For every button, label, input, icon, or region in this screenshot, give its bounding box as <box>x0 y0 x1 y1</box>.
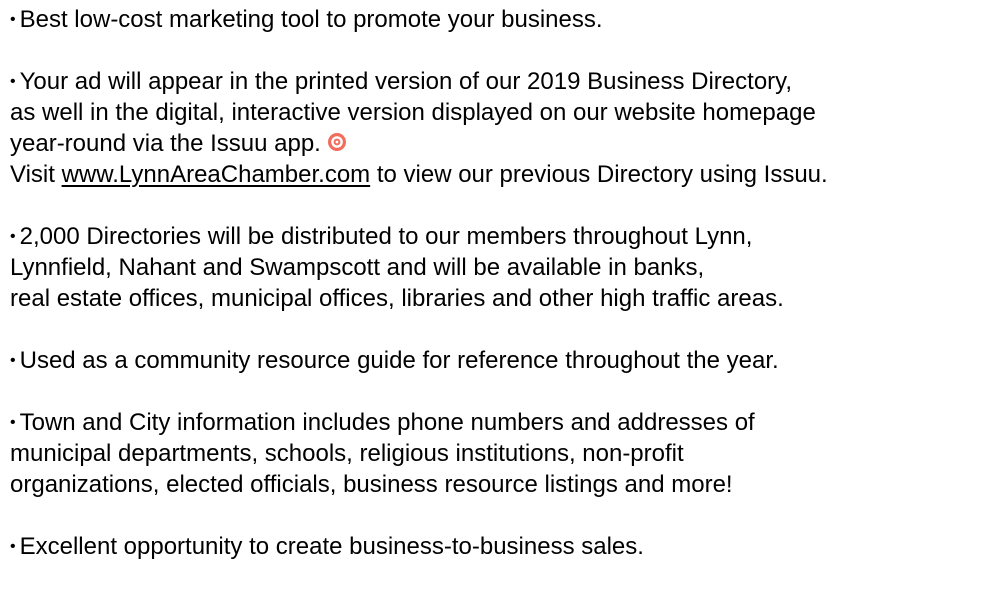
benefit-line: Lynnfield, Nahant and Swampscott and wil… <box>10 254 705 281</box>
bullet: • <box>10 73 16 90</box>
benefit-line: • Town and City information includes phon… <box>10 407 982 438</box>
benefit-text: 2,000 Directories will be distributed to… <box>19 223 753 250</box>
benefit-line: municipal departments, schools, religiou… <box>10 440 684 467</box>
benefit-low-cost: • Best low-cost marketing tool to promote… <box>10 4 982 35</box>
visit-text: Visit <box>10 161 62 188</box>
benefit-ad-placement: • Your ad will appear in the printed vers… <box>10 66 982 190</box>
visit-text-after: to view our previous Directory using Iss… <box>370 161 828 188</box>
benefit-line: as well in the digital, interactive vers… <box>10 99 816 126</box>
chamber-website-link[interactable]: www.LynnAreaChamber.com <box>62 161 371 188</box>
bullet: • <box>10 538 16 555</box>
bullet: • <box>10 11 16 28</box>
benefit-line: organizations, elected officials, busine… <box>10 471 733 498</box>
benefit-line: • 2,000 Directories will be distributed t… <box>10 221 982 252</box>
benefit-text: Town and City information includes phone… <box>19 409 755 436</box>
benefit-line: • Your ad will appear in the printed vers… <box>10 66 982 97</box>
benefit-line: Visit www.LynnAreaChamber.com to view ou… <box>10 159 982 190</box>
benefit-text: year-round via the Issuu app. <box>10 130 321 157</box>
benefit-line: • Best low-cost marketing tool to promote… <box>10 4 982 35</box>
benefit-line: • Used as a community resource guide for … <box>10 345 982 376</box>
benefit-line: real estate offices, municipal offices, … <box>10 285 784 312</box>
benefit-town-info: • Town and City information includes phon… <box>10 407 982 500</box>
directory-benefits-list: • Best low-cost marketing tool to promote… <box>10 4 982 562</box>
benefit-distribution: • 2,000 Directories will be distributed t… <box>10 221 982 314</box>
benefit-resource-guide: • Used as a community resource guide for … <box>10 345 982 376</box>
benefit-b2b-sales: • Excellent opportunity to create busines… <box>10 531 982 562</box>
issuu-icon[interactable] <box>327 132 347 152</box>
benefit-text: Used as a community resource guide for r… <box>19 347 779 374</box>
benefit-line: year-round via the Issuu app. <box>10 128 982 159</box>
bullet: • <box>10 228 16 245</box>
benefit-text: Best low-cost marketing tool to promote … <box>19 6 603 33</box>
bullet: • <box>10 414 16 431</box>
benefit-line: • Excellent opportunity to create busines… <box>10 531 982 562</box>
benefit-text: Your ad will appear in the printed versi… <box>19 68 793 95</box>
bullet: • <box>10 352 16 369</box>
benefit-text: Excellent opportunity to create business… <box>19 533 644 560</box>
